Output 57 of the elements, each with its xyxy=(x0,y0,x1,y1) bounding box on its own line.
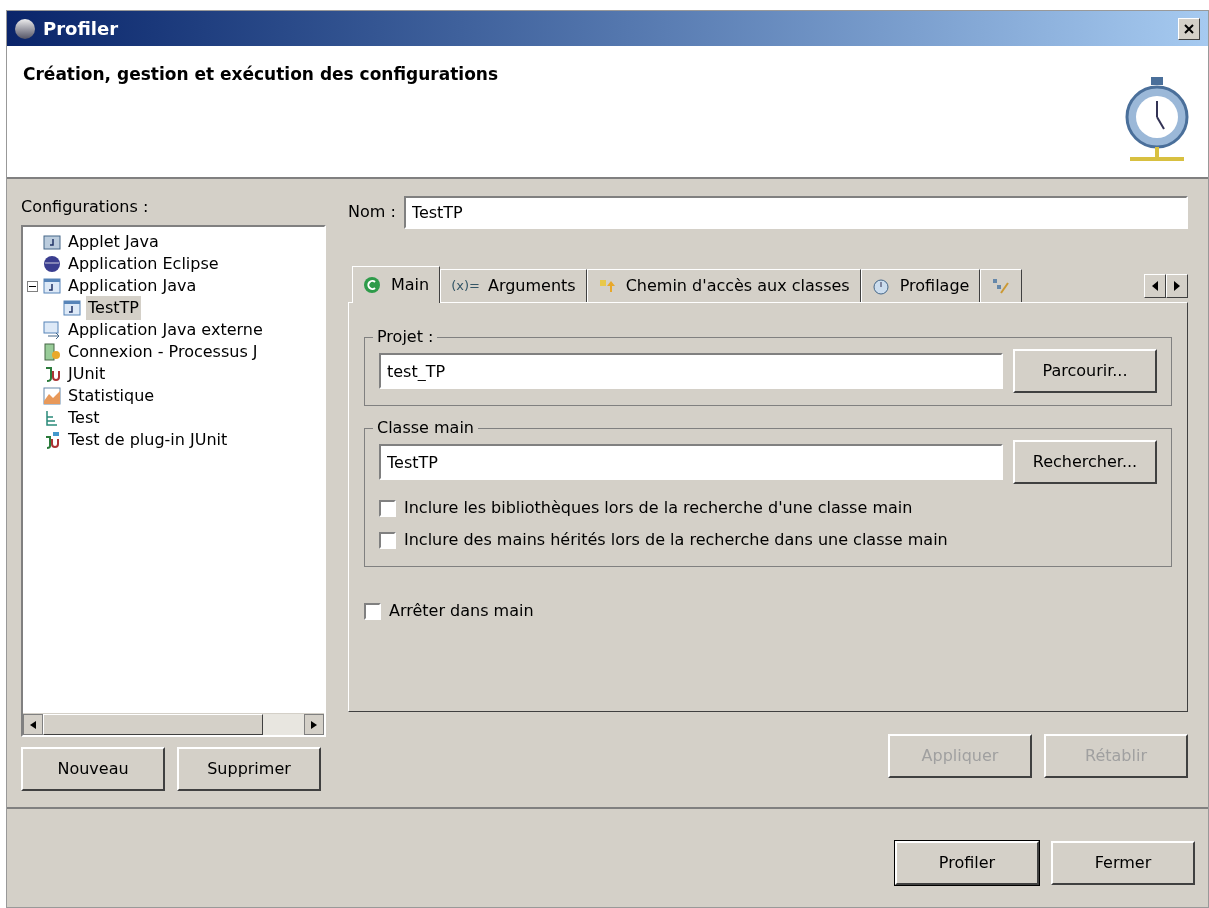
tree-item[interactable]: Connexion - Processus J xyxy=(66,340,260,364)
applet-icon xyxy=(43,233,61,251)
window-arrow-icon xyxy=(43,321,61,339)
close-dialog-button[interactable]: Fermer xyxy=(1051,841,1195,885)
close-button[interactable] xyxy=(1178,17,1200,40)
main-class-field[interactable]: TestTP xyxy=(379,444,1003,480)
delete-button[interactable]: Supprimer xyxy=(177,747,321,791)
arrow-right-icon xyxy=(1174,281,1180,291)
tab[interactable]: Chemin d'accès aux classes xyxy=(586,269,861,302)
tree-item[interactable]: Application Java xyxy=(66,274,199,298)
tree-item[interactable]: Test de plug-in JUnit xyxy=(66,428,230,452)
tab[interactable]: Profilage xyxy=(860,269,981,302)
arrow-right-icon xyxy=(311,720,317,729)
c-icon xyxy=(363,276,383,294)
tab[interactable]: (x)= Arguments xyxy=(440,269,587,302)
arrows-icon xyxy=(597,277,618,295)
tree-item[interactable]: Application Java externe xyxy=(66,318,265,342)
sphere-icon xyxy=(43,255,61,273)
group-label: Classe main xyxy=(376,417,475,439)
new-button[interactable]: Nouveau xyxy=(21,747,165,791)
arrow-left-icon xyxy=(1152,281,1158,291)
profile-button[interactable]: Profiler xyxy=(895,841,1039,885)
checkbox[interactable] xyxy=(364,602,381,620)
project-field[interactable]: test_TP xyxy=(379,353,1003,389)
horizontal-scrollbar[interactable] xyxy=(23,713,324,735)
header-title: Création, gestion et exécution des configurations xyxy=(23,63,499,86)
collapse-toggle[interactable] xyxy=(27,280,38,292)
search-button[interactable]: Rechercher... xyxy=(1013,440,1157,484)
letters-icon xyxy=(43,365,61,383)
tree-item[interactable]: Application Eclipse xyxy=(66,252,221,276)
chart-icon xyxy=(43,387,61,405)
scroll-left-button[interactable] xyxy=(1144,274,1166,298)
stopwatch-icon xyxy=(871,277,892,295)
name-field[interactable]: TestTP xyxy=(403,195,1188,229)
tab[interactable] xyxy=(980,269,1023,302)
variable-icon: (x)= xyxy=(451,276,480,296)
scroll-right-button[interactable] xyxy=(1166,274,1188,298)
tab[interactable]: Main xyxy=(352,266,441,303)
arrow-left-icon xyxy=(30,720,36,729)
name-label: Nom : xyxy=(348,201,396,223)
tree-item[interactable]: Applet Java xyxy=(66,230,161,254)
tree-pencil-icon xyxy=(991,277,1012,295)
browse-button[interactable]: Parcourir... xyxy=(1013,349,1157,393)
checkbox-label: Inclure des mains hérités lors de la recherche dans une classe main xyxy=(404,529,948,551)
checkbox-label: Inclure les bibliothèques lors de la recherche d'une classe main xyxy=(404,497,913,519)
close-icon xyxy=(1183,22,1195,35)
checkbox-label: Arrêter dans main xyxy=(389,600,534,622)
tree-item[interactable]: Statistique xyxy=(66,384,157,408)
checkbox[interactable] xyxy=(379,499,396,517)
checkbox[interactable] xyxy=(379,531,396,549)
plug-icon xyxy=(43,431,61,449)
tree-item[interactable]: TestTP xyxy=(86,296,141,320)
tree-item[interactable]: Test xyxy=(66,406,102,430)
window-title: Profiler xyxy=(43,17,119,41)
group-label: Projet : xyxy=(376,326,435,348)
list-label: Configurations : xyxy=(21,196,150,218)
tree-item[interactable]: JUnit xyxy=(66,362,108,386)
